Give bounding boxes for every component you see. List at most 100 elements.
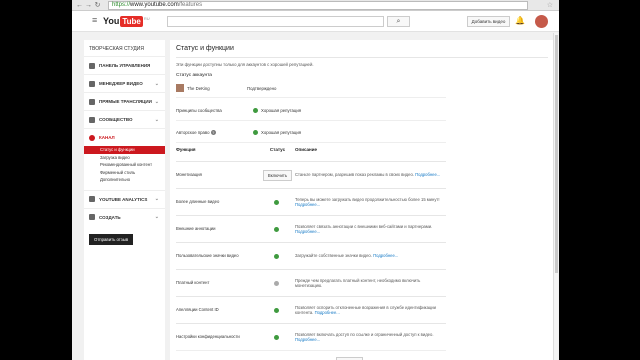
more-link[interactable]: Подробнее... <box>295 337 320 342</box>
sidebar-subitem-status[interactable]: Статус и функции <box>84 146 165 154</box>
address-bar[interactable]: https://www.youtube.com/features <box>108 1 528 10</box>
live-icon <box>89 98 95 105</box>
search-button[interactable]: ⌕ <box>387 16 410 27</box>
feature-description: Прежде чем предлагать платный контент, н… <box>291 278 446 289</box>
enable-monetization-button[interactable]: Включить <box>262 169 293 181</box>
principles-label: Принципы сообщества <box>176 107 222 113</box>
table-row: Настройки конфиденциальности Позволяет в… <box>176 323 446 350</box>
feature-status <box>264 307 291 313</box>
more-link[interactable]: Подробнее... <box>415 172 440 177</box>
feature-status <box>264 334 291 340</box>
sidebar-item-label: YOUTUBE ANALYTICS <box>99 196 148 202</box>
reputation-note: Эти функции доступны только для аккаунто… <box>176 62 314 67</box>
upload-button[interactable]: Добавить видео <box>467 16 510 27</box>
menu-icon[interactable]: ≡ <box>92 15 97 25</box>
browser-window: ← → ↻ https://www.youtube.com/features ☆… <box>72 0 559 360</box>
feature-status <box>264 280 291 286</box>
chevron-down-icon: ⌄ <box>154 98 159 105</box>
sidebar-item-channel[interactable]: КАНАЛ <box>84 128 165 146</box>
account-name: The DeKing <box>187 85 210 91</box>
sidebar-item-community[interactable]: СООБЩЕСТВО ⌄ <box>84 110 165 128</box>
sidebar-item-analytics[interactable]: YOUTUBE ANALYTICS ⌄ <box>84 189 165 208</box>
youtube-logo[interactable]: You Tube RU <box>103 16 150 27</box>
feature-name: Настройки конфиденциальности <box>176 334 240 340</box>
sidebar-item-dashboard[interactable]: ПАНЕЛЬ УПРАВЛЕНИЯ <box>84 56 165 74</box>
features-table-header: Функция Статус Описание <box>176 147 446 156</box>
avatar[interactable] <box>535 15 548 28</box>
divider <box>176 97 446 98</box>
bell-icon[interactable]: 🔔 <box>515 16 525 25</box>
sidebar-subitem-advanced[interactable]: Дополнительно <box>84 176 165 184</box>
description-text: Позволяет связать аннотации с внешними в… <box>295 223 433 229</box>
feature-name: Апелляции Content ID <box>176 307 219 313</box>
more-link[interactable]: Подробнее... <box>295 202 320 207</box>
principles-row: Принципы сообщества Хорошая репутация <box>176 103 446 117</box>
back-icon[interactable]: ← <box>75 1 84 10</box>
sidebar-item-video-manager[interactable]: МЕНЕДЖЕР ВИДЕО ⌄ <box>84 74 165 92</box>
feature-status: Включить <box>262 169 293 181</box>
col-status: Статус <box>269 147 286 152</box>
more-link[interactable]: Подробнее... <box>373 253 398 258</box>
chevron-down-icon: ⌄ <box>154 80 159 87</box>
description-text: Прежде чем предлагать платный контент, н… <box>295 277 421 288</box>
divider <box>176 142 446 143</box>
divider <box>176 120 446 121</box>
sidebar-item-live[interactable]: ПРЯМЫЕ ТРАНСЛЯЦИИ ⌄ <box>84 92 165 110</box>
col-feature: Функция <box>176 147 196 152</box>
status-ok-icon <box>273 199 279 205</box>
description-text: Станьте партнером, разрешив показ реклам… <box>295 172 414 178</box>
channel-icon <box>89 134 95 141</box>
analytics-icon <box>89 196 95 202</box>
logo-you: You <box>103 16 120 26</box>
status-ok-icon <box>253 107 258 113</box>
status-ok-icon <box>273 226 279 232</box>
scrollbar-thumb[interactable] <box>555 35 558 273</box>
description-text: Позволяет включать доступ по ссылке и ог… <box>295 331 434 337</box>
search-icon: ⌕ <box>396 18 401 25</box>
status-ok-icon <box>253 129 258 135</box>
browser-toolbar: ← → ↻ https://www.youtube.com/features ☆ <box>72 0 559 11</box>
help-icon[interactable]: ? <box>210 129 216 135</box>
feature-description: Загружайте собственные значки видео. Под… <box>291 253 446 258</box>
sidebar-item-label: МЕНЕДЖЕР ВИДЕО <box>99 81 143 86</box>
table-row: Монетизация Включить Станьте партнером, … <box>176 161 446 188</box>
status-ok-icon <box>273 334 279 340</box>
feature-description: Позволяет оспорить отклоненные возражени… <box>291 305 446 316</box>
url-scheme: https:// <box>112 2 131 8</box>
divider <box>176 57 548 58</box>
search-input[interactable] <box>167 16 384 27</box>
bookmark-star-icon[interactable]: ☆ <box>547 1 553 9</box>
dashboard-icon <box>89 62 95 69</box>
copyright-row: Авторское право ? Хорошая репутация <box>176 125 446 139</box>
reload-icon[interactable]: ↻ <box>93 1 102 10</box>
sidebar-subitem-upload[interactable]: Загрузка видео <box>84 154 165 162</box>
sidebar-item-create[interactable]: СОЗДАТЬ ⌄ <box>84 207 165 226</box>
status-ok-icon <box>273 307 279 313</box>
feature-name: Более длинные видео <box>176 199 220 205</box>
scrollbar[interactable] <box>553 33 558 360</box>
copyright-label-text: Авторское право <box>176 129 210 135</box>
more-link[interactable]: Подробнее... <box>295 229 320 234</box>
description-text: Теперь вы можете загружать видео продолж… <box>295 196 440 202</box>
logo-country: RU <box>143 16 150 21</box>
feature-name: Пользовательские значки видео <box>176 253 239 259</box>
logo-tube: Tube <box>120 16 143 27</box>
table-row: Внешние аннотации Позволяет связать анно… <box>176 215 446 242</box>
account-avatar <box>176 84 184 92</box>
col-description: Описание <box>295 147 318 152</box>
more-link[interactable]: Подробнее... <box>315 310 340 315</box>
copyright-value: Хорошая репутация <box>261 129 302 135</box>
sidebar-subitem-featured[interactable]: Рекомендованный контент <box>84 161 165 169</box>
forward-icon[interactable]: → <box>84 1 93 10</box>
description-text: Загружайте собственные значки видео. <box>295 253 372 259</box>
sidebar-subitem-branding[interactable]: Фирменный стиль <box>84 169 165 177</box>
table-row: Платный контент Прежде чем предлагать пл… <box>176 269 446 296</box>
send-feedback-button[interactable]: Отправить отзыв <box>89 233 134 245</box>
youtube-header: ≡ You Tube RU ⌕ Добавить видео 🔔 <box>72 11 559 32</box>
sidebar-title: ТВОРЧЕСКАЯ СТУДИЯ <box>89 46 145 52</box>
sidebar-item-label: КАНАЛ <box>99 135 115 140</box>
sidebar-item-label: ПРЯМЫЕ ТРАНСЛЯЦИИ <box>99 99 152 104</box>
feature-description: Позволяет включать доступ по ссылке и ог… <box>291 332 446 343</box>
chevron-down-icon: ⌄ <box>154 196 159 202</box>
url-host: www.youtube.com <box>130 2 179 8</box>
